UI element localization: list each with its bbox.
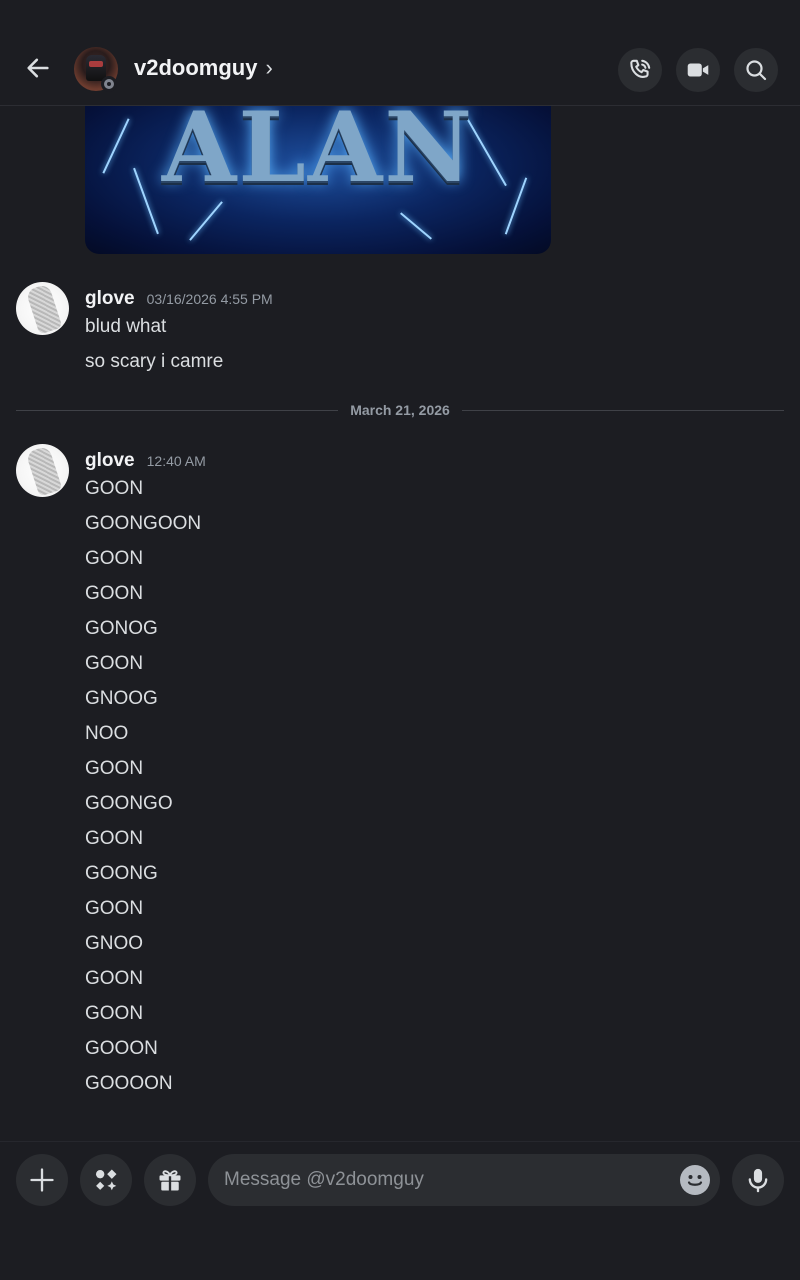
message-text[interactable]: GOONG [85,863,158,885]
emoji-icon [687,1175,703,1186]
dm-screen: v2doomguy › ALAN glove 03/16/2026 4:55 P… [0,0,800,1280]
timestamp: 12:40 AM [146,453,206,469]
phone-call-icon [630,59,651,78]
message-text[interactable]: GOON [85,583,143,605]
attachment-logo-text: ALAN [161,106,475,204]
message-text[interactable]: GNOOG [85,688,158,710]
date-divider: March 21, 2026 [16,398,784,422]
message-meta: glove 03/16/2026 4:55 PM [85,288,273,310]
back-arrow-icon [27,58,49,78]
date-divider-label: March 21, 2026 [350,402,450,418]
plus-icon [30,1168,54,1192]
message-text[interactable]: GOOOON [85,1073,173,1095]
voice-call-button[interactable] [618,48,662,92]
emoji-button[interactable] [680,1165,710,1195]
message-text[interactable]: GOON [85,653,143,675]
message-text[interactable]: GOON [85,548,143,570]
username[interactable]: glove [85,288,135,310]
message-input-container[interactable] [208,1154,720,1206]
back-button[interactable] [20,50,56,86]
video-camera-icon [687,63,709,77]
status-indicator [101,76,117,92]
message-text[interactable]: GONOG [85,618,158,640]
message-text[interactable]: GOON [85,758,143,780]
user-avatar[interactable] [16,444,69,497]
chevron-right-icon: › [265,55,273,80]
gift-icon [159,1170,181,1191]
message-input[interactable] [224,1169,654,1191]
microphone-icon [748,1168,768,1193]
apps-button[interactable] [80,1154,132,1206]
channel-title[interactable]: v2doomguy › [134,55,273,81]
apps-icon [95,1169,117,1191]
message-text[interactable]: GOONGO [85,793,173,815]
timestamp: 03/16/2026 4:55 PM [146,291,273,307]
message-text[interactable]: NOO [85,723,128,745]
message-text[interactable]: GOON [85,898,143,920]
search-button[interactable] [734,48,778,92]
message-text[interactable]: so scary i camre [85,351,223,373]
attach-button[interactable] [16,1154,68,1206]
message-text[interactable]: GOON [85,828,143,850]
message-text[interactable]: GOON [85,478,143,500]
image-attachment[interactable]: ALAN [85,106,551,254]
message-text[interactable]: GOOON [85,1038,158,1060]
user-avatar[interactable] [16,282,69,335]
message-text[interactable]: GNOO [85,933,143,955]
message-text[interactable]: GOON [85,1003,143,1025]
search-icon [746,60,767,81]
channel-header: v2doomguy › [0,0,800,106]
video-call-button[interactable] [676,48,720,92]
channel-title-text: v2doomguy [134,55,258,80]
message-text[interactable]: GOON [85,968,143,990]
message-text[interactable]: blud what [85,316,166,338]
message-meta: glove 12:40 AM [85,450,206,472]
message-composer [0,1141,800,1280]
message-text[interactable]: GOONGOON [85,513,201,535]
username[interactable]: glove [85,450,135,472]
voice-message-button[interactable] [732,1154,784,1206]
gift-button[interactable] [144,1154,196,1206]
